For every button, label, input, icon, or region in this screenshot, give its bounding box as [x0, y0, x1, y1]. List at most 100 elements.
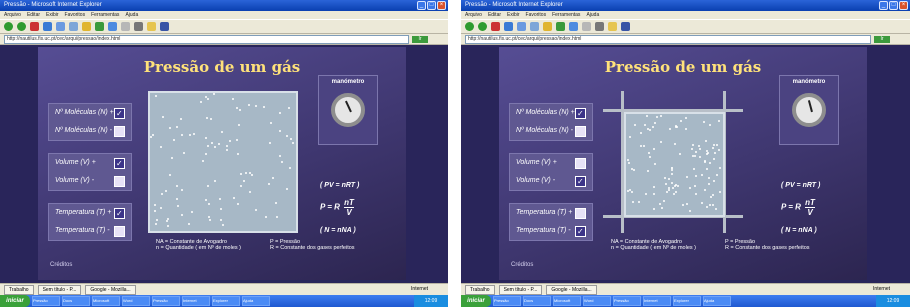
- menu-item-edit[interactable]: Editar: [27, 11, 40, 19]
- search-icon[interactable]: [530, 22, 539, 31]
- status-tab-1[interactable]: Trabalho: [465, 285, 495, 295]
- menu-item-view[interactable]: Exibir: [507, 11, 520, 19]
- status-tab-2[interactable]: Sem título - P...: [37, 285, 82, 295]
- close-button[interactable]: ×: [437, 1, 446, 10]
- menu-item-help[interactable]: Ajuda: [586, 11, 599, 19]
- stop-icon[interactable]: [30, 22, 39, 31]
- menu-item-help[interactable]: Ajuda: [125, 11, 138, 19]
- gas-molecule: [281, 161, 283, 163]
- temp-plus-checkbox[interactable]: [114, 208, 125, 219]
- go-button[interactable]: Ir: [874, 35, 890, 43]
- status-tab-1[interactable]: Trabalho: [4, 285, 34, 295]
- go-button[interactable]: Ir: [412, 35, 428, 43]
- taskbar-item[interactable]: Pressão: [32, 296, 60, 306]
- forward-icon[interactable]: [17, 22, 26, 31]
- media-icon[interactable]: [95, 22, 104, 31]
- minimize-button[interactable]: _: [417, 1, 426, 10]
- media-icon[interactable]: [556, 22, 565, 31]
- favorites-icon[interactable]: [543, 22, 552, 31]
- menu-item-file[interactable]: Arquivo: [4, 11, 21, 19]
- gas-molecule: [210, 118, 212, 120]
- gas-molecule: [268, 183, 270, 185]
- taskbar-item[interactable]: Docs: [62, 296, 90, 306]
- menu-item-favorites[interactable]: Favoritos: [526, 11, 547, 19]
- messenger-icon[interactable]: [621, 22, 630, 31]
- search-icon[interactable]: [69, 22, 78, 31]
- messenger-icon[interactable]: [160, 22, 169, 31]
- menu-item-edit[interactable]: Editar: [488, 11, 501, 19]
- volume-plus-checkbox[interactable]: [114, 158, 125, 169]
- home-icon[interactable]: [56, 22, 65, 31]
- maximize-button[interactable]: □: [889, 1, 898, 10]
- temp-minus-checkbox[interactable]: [114, 226, 125, 237]
- back-icon[interactable]: [4, 22, 13, 31]
- volume-plus-checkbox[interactable]: [575, 158, 586, 169]
- close-button[interactable]: ×: [899, 1, 908, 10]
- temp-plus-checkbox[interactable]: [575, 208, 586, 219]
- taskbar-item[interactable]: Word: [583, 296, 611, 306]
- temp-minus-checkbox[interactable]: [575, 226, 586, 237]
- mail-icon[interactable]: [582, 22, 591, 31]
- taskbar-item[interactable]: Internet: [182, 296, 210, 306]
- molecules-plus-checkbox[interactable]: [575, 108, 586, 119]
- menu-item-tools[interactable]: Ferramentas: [552, 11, 580, 19]
- menu-item-file[interactable]: Arquivo: [465, 11, 482, 19]
- address-input[interactable]: http://nautilus.fis.uc.pt/cec/arqui/pres…: [465, 34, 871, 44]
- status-tab-2[interactable]: Sem título - P...: [498, 285, 543, 295]
- taskbar-item[interactable]: Microsoft: [92, 296, 120, 306]
- taskbar-item[interactable]: Microsoft: [553, 296, 581, 306]
- gas-molecule: [171, 157, 173, 159]
- home-icon[interactable]: [517, 22, 526, 31]
- history-icon[interactable]: [108, 22, 117, 31]
- gas-molecule: [706, 206, 708, 208]
- taskbar-item[interactable]: Pressão: [493, 296, 521, 306]
- taskbar-item[interactable]: Explorer: [673, 296, 701, 306]
- favorites-icon[interactable]: [82, 22, 91, 31]
- minimize-button[interactable]: _: [879, 1, 888, 10]
- taskbar-item[interactable]: Docs: [523, 296, 551, 306]
- gas-molecule: [719, 191, 721, 193]
- folder-icon[interactable]: [147, 22, 156, 31]
- refresh-icon[interactable]: [43, 22, 52, 31]
- status-tab-3[interactable]: Google - Mozilla...: [85, 285, 136, 295]
- gas-molecule: [154, 210, 156, 212]
- taskbar-item[interactable]: Ajuda: [242, 296, 270, 306]
- status-tab-3[interactable]: Google - Mozilla...: [546, 285, 597, 295]
- stop-icon[interactable]: [491, 22, 500, 31]
- folder-icon[interactable]: [608, 22, 617, 31]
- taskbar-item[interactable]: Word: [122, 296, 150, 306]
- maximize-button[interactable]: □: [427, 1, 436, 10]
- taskbar-item[interactable]: Pressão: [613, 296, 641, 306]
- gas-molecule: [653, 186, 655, 188]
- refresh-icon[interactable]: [504, 22, 513, 31]
- mail-icon[interactable]: [121, 22, 130, 31]
- start-button[interactable]: iniciar: [461, 295, 491, 307]
- menu-item-tools[interactable]: Ferramentas: [91, 11, 119, 19]
- creditos-link[interactable]: Créditos: [511, 262, 533, 268]
- forward-icon[interactable]: [478, 22, 487, 31]
- molecules-minus-checkbox[interactable]: [114, 126, 125, 137]
- taskbar-item[interactable]: Ajuda: [703, 296, 731, 306]
- gas-molecule: [666, 191, 668, 193]
- molecules-plus-checkbox[interactable]: [114, 108, 125, 119]
- molecules-minus-checkbox[interactable]: [575, 126, 586, 137]
- back-icon[interactable]: [465, 22, 474, 31]
- creditos-link[interactable]: Créditos: [50, 262, 72, 268]
- volume-minus-checkbox[interactable]: [575, 176, 586, 187]
- legend-left-col: NA = Constante de Avogadro n = Quantidad…: [156, 239, 241, 251]
- menu-item-favorites[interactable]: Favoritos: [65, 11, 86, 19]
- taskbar-item[interactable]: Explorer: [212, 296, 240, 306]
- taskbar-item[interactable]: Internet: [643, 296, 671, 306]
- taskbar-item[interactable]: Pressão: [152, 296, 180, 306]
- address-input[interactable]: http://nautilus.fis.uc.pt/cec/arqui/pres…: [4, 34, 409, 44]
- volume-minus-checkbox[interactable]: [114, 176, 125, 187]
- formula-n: ( N = nNA ): [320, 227, 356, 234]
- gas-molecule: [173, 139, 175, 141]
- menu-item-view[interactable]: Exibir: [46, 11, 59, 19]
- print-icon[interactable]: [134, 22, 143, 31]
- manometer-label: manómetro: [792, 79, 826, 85]
- gas-molecule: [708, 177, 710, 179]
- start-button[interactable]: iniciar: [0, 295, 30, 307]
- print-icon[interactable]: [595, 22, 604, 31]
- history-icon[interactable]: [569, 22, 578, 31]
